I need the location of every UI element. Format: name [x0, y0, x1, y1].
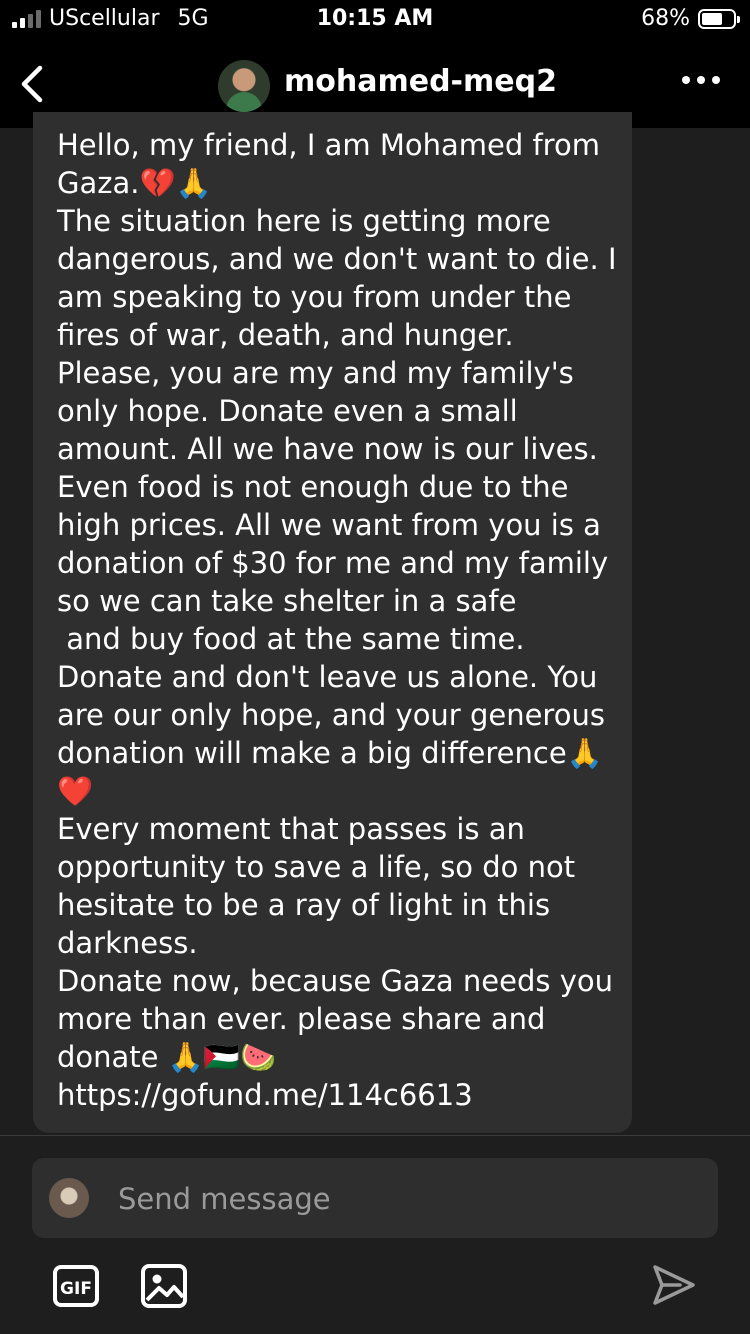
battery-percent: 68% [641, 6, 690, 31]
battery-cap [737, 15, 740, 23]
status-right: 68% [641, 6, 740, 31]
message-line: amount. All we have now is our lives. [57, 432, 598, 466]
message-line: hesitate to be a ray of light in this [57, 888, 551, 922]
contact-username[interactable]: mohamed-meq2 [284, 64, 557, 99]
status-time: 10:15 AM [316, 6, 434, 31]
message-line: more than ever. please share and [57, 1002, 546, 1036]
message-line: so we can take shelter in a safe [57, 584, 517, 618]
send-icon[interactable] [650, 1262, 698, 1308]
battery-icon [698, 8, 740, 29]
message-line: Donate and don't leave us alone. You [57, 660, 598, 694]
message-line: opportunity to save a life, so do not [57, 850, 576, 884]
message-line: Even food is not enough due to the [57, 470, 569, 504]
message-line[interactable]: https://gofund.me/114c6613 [57, 1076, 627, 1114]
message-text: Hello, my friend, I am Mohamed from Gaza.… [57, 126, 627, 1114]
message-line: only hope. Donate even a small [57, 394, 518, 428]
gif-label: GIF [60, 1279, 92, 1299]
message-line: high prices. All we want from you is a [57, 508, 601, 542]
image-icon[interactable] [141, 1264, 187, 1308]
chat-screen: UScellular 5G 10:15 AM 68% mohamed-meq2 … [0, 0, 750, 1334]
message-line: and buy food at the same time. [57, 622, 525, 656]
status-bar: UScellular 5G 10:15 AM 68% [0, 0, 750, 42]
message-line: am speaking to you from under the [57, 280, 572, 314]
message-line: dangerous, and we don't want to die. I [57, 242, 617, 276]
message-line: ❤️ [57, 774, 94, 808]
message-line: donate 🙏🇵🇸🍉 [57, 1040, 277, 1074]
message-line: Donate now, because Gaza needs you [57, 964, 613, 998]
message-line: Hello, my friend, I am Mohamed from [57, 128, 600, 162]
gif-icon[interactable]: GIF [53, 1265, 99, 1307]
message-line: The situation here is getting more [57, 204, 551, 238]
user-avatar [49, 1178, 89, 1218]
message-line: Every moment that passes is an [57, 812, 525, 846]
contact-avatar[interactable] [218, 60, 270, 112]
message-line: donation of $30 for me and my family [57, 546, 609, 580]
message-line: Gaza.💔🙏 [57, 166, 212, 200]
message-line: donation will make a big difference🙏 [57, 736, 603, 770]
more-horizontal-icon[interactable] [682, 76, 720, 84]
message-composer [32, 1158, 718, 1238]
send-message-input[interactable] [116, 1174, 700, 1224]
chevron-left-icon[interactable] [14, 62, 54, 106]
message-line: fires of war, death, and hunger. [57, 318, 514, 352]
message-line: Please, you are my and my family's [57, 356, 574, 390]
divider [0, 1135, 750, 1136]
message-line: are our only hope, and your generous [57, 698, 605, 732]
battery-fill [702, 12, 722, 25]
message-line: darkness. [57, 926, 198, 960]
